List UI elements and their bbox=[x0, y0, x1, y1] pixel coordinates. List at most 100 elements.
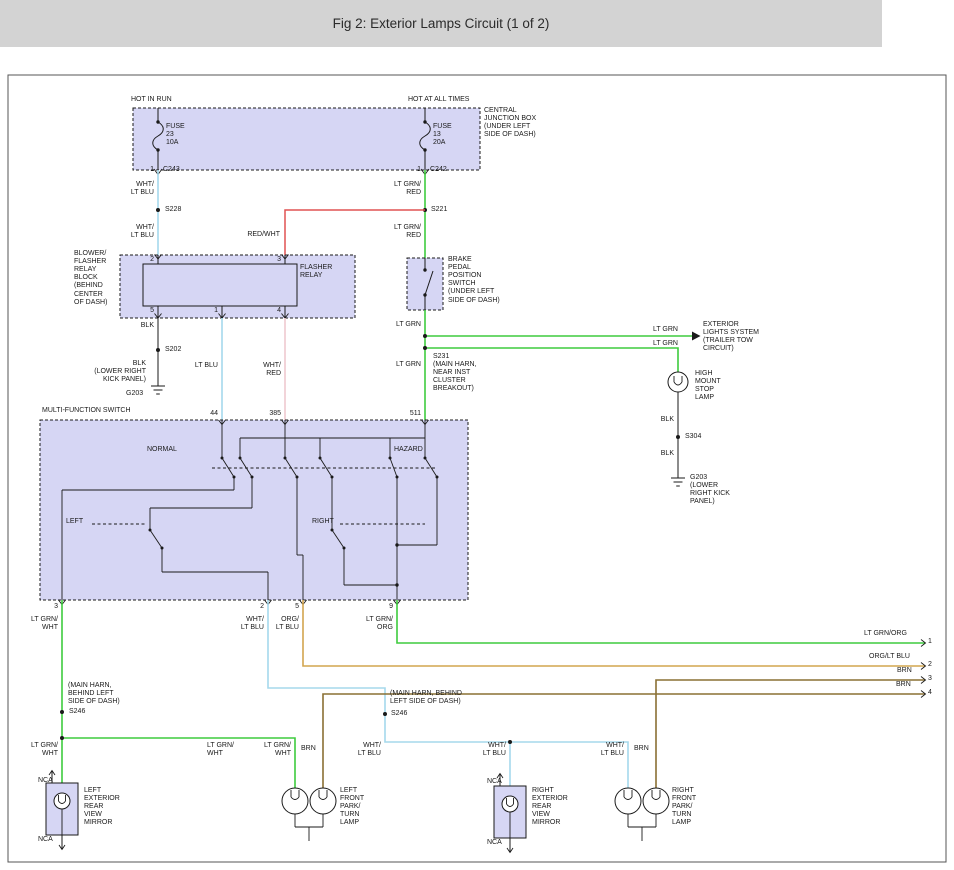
brake-switch-label: BRAKE PEDAL POSITION SWITCH (UNDER LEFT … bbox=[448, 256, 500, 305]
mfs-label: MULTI-FUNCTION SWITCH bbox=[42, 407, 131, 415]
connector-4: 4 bbox=[928, 689, 932, 697]
park-bulb bbox=[615, 788, 641, 814]
s231-label: S231 (MAIN HARN, NEAR INST CLUSTER BREAK… bbox=[433, 353, 477, 394]
wire-ltgrn-red-top: LT GRN/ RED bbox=[385, 181, 421, 197]
relay-pin-5: 5 bbox=[136, 307, 154, 315]
wire-blk-2: BLK (LOWER RIGHT KICK PANEL) bbox=[86, 360, 146, 384]
fuse-23-label: FUSE 23 10A bbox=[166, 123, 185, 147]
wire-wht-ltblu-top: WHT/ LT BLU bbox=[118, 181, 154, 197]
s221-label: S221 bbox=[431, 206, 447, 214]
mirror-lamp-bulb bbox=[502, 796, 518, 812]
hot-in-run: HOT IN RUN bbox=[131, 96, 172, 104]
wire-ltgrn-1: LT GRN bbox=[385, 321, 421, 329]
right-front-park-turn-lamp bbox=[615, 788, 669, 841]
hot-at-all-times: HOT AT ALL TIMES bbox=[408, 96, 469, 104]
mfs-pin-385: 385 bbox=[257, 410, 281, 418]
wire-ltgrn-4: LT GRN bbox=[385, 361, 421, 369]
wire-ltgrn-wht-2: LT GRN/ WHT bbox=[22, 742, 58, 758]
wire-ltgrn-wht-3: LT GRN/ WHT bbox=[207, 742, 234, 758]
central-junction-box bbox=[133, 108, 480, 175]
high-mount-label: HIGH MOUNT STOP LAMP bbox=[695, 370, 721, 402]
wire-red-wht: RED/WHT bbox=[236, 231, 280, 239]
s228-label: S228 bbox=[165, 206, 181, 214]
g203-label-2: G203 (LOWER RIGHT KICK PANEL) bbox=[690, 474, 730, 506]
park-bulb bbox=[282, 788, 308, 814]
exterior-lights-label: EXTERIOR LIGHTS SYSTEM (TRAILER TOW CIRC… bbox=[703, 321, 759, 353]
mfs-pin-5: 5 bbox=[281, 603, 299, 611]
c242-pin: 1 bbox=[405, 166, 421, 174]
wire-wht-ltblu-6: WHT/ LT BLU bbox=[588, 742, 624, 758]
high-mount-stop-lamp-bulb bbox=[668, 372, 688, 392]
wire-brn-4: BRN bbox=[634, 745, 649, 753]
s304-splice bbox=[676, 435, 680, 439]
turn-bulb bbox=[310, 788, 336, 814]
g203-ground-icon-2 bbox=[671, 478, 685, 486]
wire-wht-ltblu-5: WHT/ LT BLU bbox=[470, 742, 506, 758]
wire-blk-1: BLK bbox=[118, 322, 154, 330]
mfs-output-wires bbox=[60, 600, 926, 788]
s231-splice bbox=[423, 346, 427, 350]
relay-pin-1: 1 bbox=[200, 307, 218, 315]
nca-2: NCA bbox=[38, 836, 53, 844]
wire-ltgrn-org-1: LT GRN/ ORG bbox=[357, 616, 393, 632]
s202-splice bbox=[156, 348, 160, 352]
mfs-pin-3: 3 bbox=[40, 603, 58, 611]
main-harn-1: (MAIN HARN, BEHIND LEFT SIDE OF DASH) bbox=[68, 682, 120, 706]
central-junction-box-label: CENTRAL JUNCTION BOX (UNDER LEFT SIDE OF… bbox=[484, 107, 536, 139]
wire-ltgrn-2: LT GRN bbox=[642, 326, 678, 334]
mfs-pin-9: 9 bbox=[375, 603, 393, 611]
relay-pin-3: 3 bbox=[263, 256, 281, 264]
s304-label: S304 bbox=[685, 433, 701, 441]
wire-org-ltblu-2: ORG/LT BLU bbox=[869, 653, 910, 661]
wire-ltgrn-org-2: LT GRN/ORG bbox=[864, 630, 907, 638]
nca-1: NCA bbox=[38, 777, 53, 785]
wire-brn-3: BRN bbox=[301, 745, 316, 753]
wire-wht-ltblu-4: WHT/ LT BLU bbox=[345, 742, 381, 758]
wiring-diagram bbox=[0, 0, 954, 870]
nca-3: NCA bbox=[487, 778, 502, 786]
wire-ltblu: LT BLU bbox=[182, 362, 218, 370]
exterior-lights-arrow-icon bbox=[692, 332, 701, 341]
wire-org-ltblu-1: ORG/ LT BLU bbox=[263, 616, 299, 632]
c243-pin: 1 bbox=[138, 166, 154, 174]
s228-splice bbox=[156, 208, 160, 212]
mirror-lamp-bulb bbox=[54, 793, 70, 809]
wire-wht-red: WHT/ RED bbox=[245, 362, 281, 378]
g203-ground-icon bbox=[151, 386, 165, 394]
left-label: LEFT bbox=[66, 518, 83, 526]
wire-wht-ltblu-2: WHT/ LT BLU bbox=[118, 224, 154, 240]
flasher-relay-label: FLASHER RELAY bbox=[300, 264, 332, 280]
s246-splice-1 bbox=[60, 710, 64, 714]
wire-blk-3: BLK bbox=[638, 416, 674, 424]
turn-bulb bbox=[643, 788, 669, 814]
normal-label: NORMAL bbox=[147, 446, 177, 454]
right-label: RIGHT bbox=[312, 518, 334, 526]
diagram-stage: Fig 2: Exterior Lamps Circuit (1 of 2) bbox=[0, 0, 954, 870]
mfs-pin-2: 2 bbox=[246, 603, 264, 611]
right-lamp-label: RIGHT FRONT PARK/ TURN LAMP bbox=[672, 787, 696, 828]
left-lamp-label: LEFT FRONT PARK/ TURN LAMP bbox=[340, 787, 364, 828]
wire-ltgrn-3: LT GRN bbox=[642, 340, 678, 348]
right-mirror-label: RIGHT EXTERIOR REAR VIEW MIRROR bbox=[532, 787, 568, 828]
wire-brn-2: BRN bbox=[896, 681, 911, 689]
wire-ltgrn-wht-1: LT GRN/ WHT bbox=[22, 616, 58, 632]
g203-label-1: G203 bbox=[126, 390, 143, 398]
wire-wht-ltblu-3: WHT/ LT BLU bbox=[228, 616, 264, 632]
connector-2: 2 bbox=[928, 661, 932, 669]
s202-label: S202 bbox=[165, 346, 181, 354]
wire-ltgrn-red-2: LT GRN/ RED bbox=[385, 224, 421, 240]
flasher-relay-body bbox=[143, 264, 297, 306]
relay-block-label: BLOWER/ FLASHER RELAY BLOCK (BEHIND CENT… bbox=[74, 250, 107, 307]
wire-brn-1: BRN bbox=[897, 667, 912, 675]
wire-ltgrn-wht-4: LT GRN/ WHT bbox=[255, 742, 291, 758]
brake-pedal-position-switch bbox=[407, 258, 443, 310]
connector-1: 1 bbox=[928, 638, 932, 646]
hazard-label: HAZARD bbox=[394, 446, 423, 454]
fuse-13-label: FUSE 13 20A bbox=[433, 123, 452, 147]
c243-label: C243 bbox=[163, 166, 180, 174]
mfs-pin-511: 511 bbox=[397, 410, 421, 418]
nca-4: NCA bbox=[487, 839, 502, 847]
s246-label-1: S246 bbox=[69, 708, 85, 716]
left-mirror-label: LEFT EXTERIOR REAR VIEW MIRROR bbox=[84, 787, 120, 828]
c242-label: C242 bbox=[430, 166, 447, 174]
